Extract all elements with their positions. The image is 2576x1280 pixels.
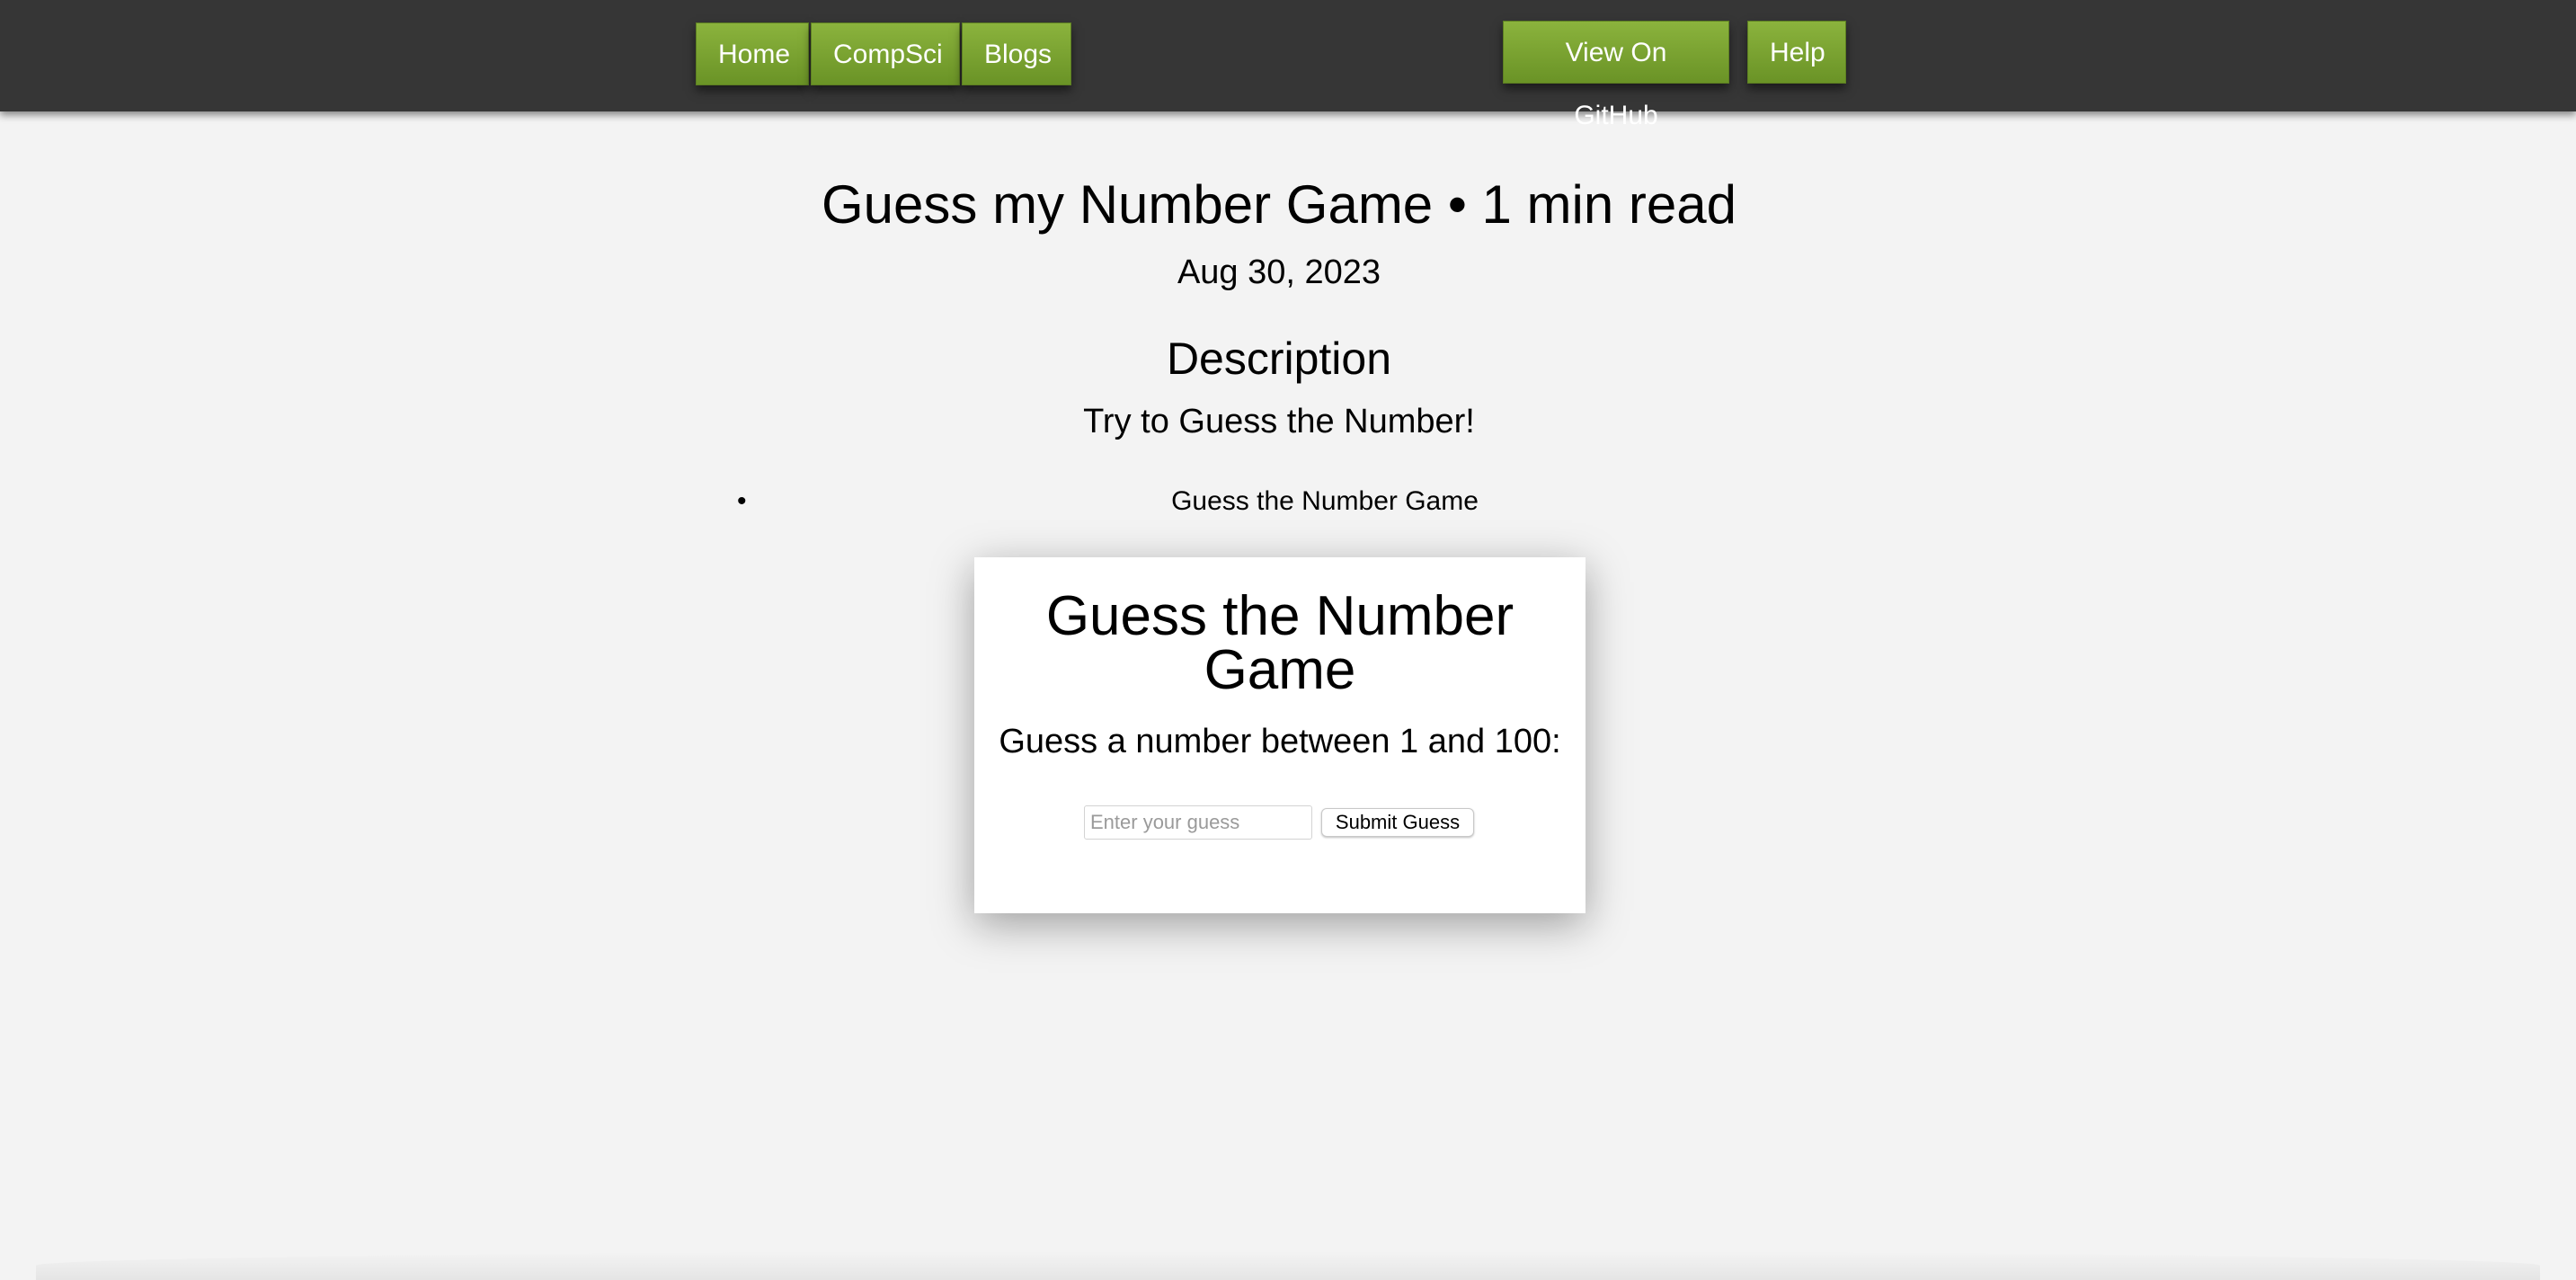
- game-prompt: Guess a number between 1 and 100:: [999, 723, 1561, 760]
- post-date: Aug 30, 2023: [1177, 253, 1381, 291]
- nav-blogs-button[interactable]: Blogs: [962, 22, 1071, 85]
- description-heading: Description: [1166, 333, 1392, 384]
- nav-home-button[interactable]: Home: [696, 22, 809, 85]
- game-title: Guess the Number Game: [1045, 585, 1515, 701]
- page-bottom-shadow: [36, 1251, 2540, 1280]
- list-item: Guess the Number Game: [1171, 486, 1479, 516]
- guess-input[interactable]: [1084, 805, 1312, 840]
- view-on-github-button[interactable]: View On GitHub: [1503, 21, 1729, 130]
- nav-compsci-button[interactable]: CompSci: [811, 22, 960, 85]
- submit-guess-button[interactable]: Submit Guess: [1321, 808, 1474, 837]
- description-text: Try to Guess the Number!: [1083, 403, 1475, 440]
- top-navigation-bar: Home CompSci Blogs View On GitHub Help: [0, 0, 2576, 130]
- help-button[interactable]: Help: [1747, 21, 1846, 84]
- post-title: Guess my Number Game • 1 min read: [821, 174, 1737, 235]
- game-card: Guess the Number Game Guess a number bet…: [974, 557, 1586, 913]
